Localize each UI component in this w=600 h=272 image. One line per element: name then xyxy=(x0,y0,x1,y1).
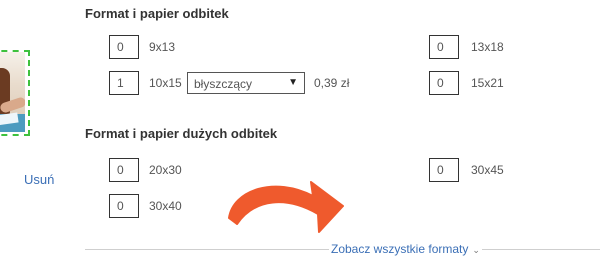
quantity-input-10x15[interactable] xyxy=(109,71,139,95)
price-10x15: 0,39 zł xyxy=(314,76,350,90)
quantity-input-15x21[interactable] xyxy=(429,71,459,95)
size-label-13x18: 13x18 xyxy=(471,40,504,54)
size-label-30x45: 30x45 xyxy=(471,163,504,177)
curved-arrow-icon xyxy=(228,181,344,233)
quantity-input-9x13[interactable] xyxy=(109,35,139,59)
see-all-formats-link[interactable]: Zobacz wszystkie formaty ⌄ xyxy=(329,242,482,256)
size-label-20x30: 20x30 xyxy=(149,163,182,177)
chevron-down-icon: ⌄ xyxy=(472,245,480,255)
quantity-input-30x45[interactable] xyxy=(429,158,459,182)
size-label-30x40: 30x40 xyxy=(149,199,182,213)
caret-down-icon: ▼ xyxy=(288,77,298,88)
paper-type-value: błyszczący xyxy=(194,77,253,91)
remove-photo-link[interactable]: Usuń xyxy=(24,172,54,187)
paper-type-select-10x15[interactable]: błyszczący ▼ xyxy=(187,72,305,94)
photo-image xyxy=(0,52,25,132)
quantity-input-30x40[interactable] xyxy=(109,194,139,218)
size-label-15x21: 15x21 xyxy=(471,76,504,90)
size-label-9x13: 9x13 xyxy=(149,40,176,54)
photo-thumbnail[interactable] xyxy=(0,50,30,136)
see-all-formats-label: Zobacz wszystkie formaty xyxy=(331,242,469,256)
section-title-prints: Format i papier odbitek xyxy=(85,6,229,21)
section-title-large-prints: Format i papier dużych odbitek xyxy=(85,126,278,141)
quantity-input-13x18[interactable] xyxy=(429,35,459,59)
size-label-10x15: 10x15 xyxy=(149,76,182,90)
quantity-input-20x30[interactable] xyxy=(109,158,139,182)
